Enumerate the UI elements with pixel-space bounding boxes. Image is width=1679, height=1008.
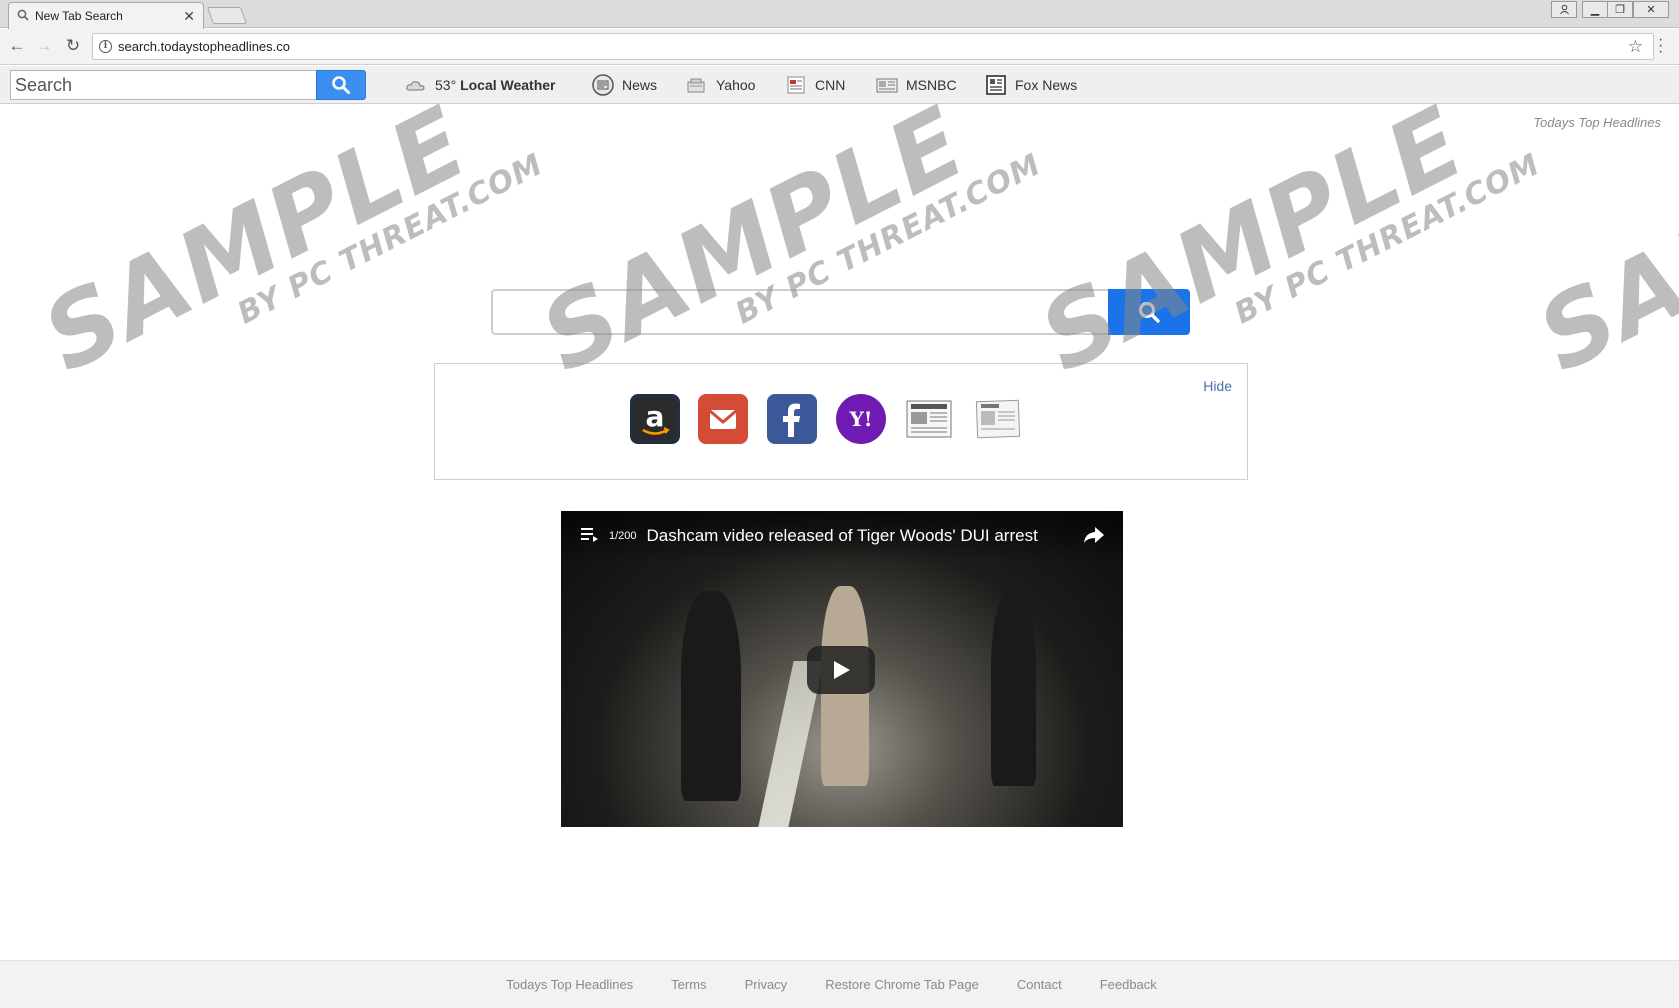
watermark: SAMPLE BY PC THREAT.COM <box>26 85 549 395</box>
browser-titlebar: New Tab Search ✕ ▁ ❐ ✕ <box>0 0 1679 29</box>
yahoo-shortcut-icon[interactable]: Y! <box>836 394 886 444</box>
hide-link[interactable]: Hide <box>1203 378 1232 394</box>
playlist-icon[interactable] <box>581 526 599 547</box>
tab-title: New Tab Search <box>35 9 123 23</box>
video-frame <box>991 591 1036 786</box>
news-label: News <box>622 77 658 93</box>
video-title-bar: 1/200 Dashcam video released of Tiger Wo… <box>561 511 1123 561</box>
forward-arrow-icon[interactable]: → <box>33 35 55 57</box>
video-title[interactable]: Dashcam video released of Tiger Woods' D… <box>647 526 1038 546</box>
fox-news-link[interactable]: Fox News <box>985 73 1077 97</box>
news-link[interactable]: News <box>592 73 657 97</box>
news-icon <box>592 74 614 96</box>
weather-temp: 53° <box>435 77 457 93</box>
search-icon <box>1139 302 1160 323</box>
playlist-count: 1/200 <box>609 530 637 542</box>
gmail-icon[interactable] <box>698 394 748 444</box>
play-button[interactable] <box>807 646 875 694</box>
fox-news-label: Fox News <box>1015 77 1078 93</box>
browser-tab[interactable]: New Tab Search ✕ <box>8 2 204 29</box>
toolbar-search-button[interactable] <box>316 70 366 100</box>
minimize-icon[interactable]: ▁ <box>1582 1 1608 18</box>
newspaper-icon[interactable] <box>904 394 954 444</box>
footer-link-terms[interactable]: Terms <box>671 977 706 992</box>
window-close-icon[interactable]: ✕ <box>1633 1 1669 18</box>
back-arrow-icon[interactable]: ← <box>6 35 28 57</box>
extension-toolbar: 53° Local Weather News Yahoo CNN MSNBC F… <box>0 66 1679 104</box>
play-icon <box>834 661 850 679</box>
address-bar[interactable]: i search.todaystopheadlines.co ☆ <box>92 33 1654 60</box>
footer-link-restore[interactable]: Restore Chrome Tab Page <box>825 977 979 992</box>
msnbc-icon <box>876 74 898 96</box>
svg-text:Y!: Y! <box>848 407 872 431</box>
footer-link-feedback[interactable]: Feedback <box>1100 977 1157 992</box>
main-search-input[interactable] <box>491 289 1108 335</box>
menu-dots-icon[interactable]: · · · <box>1658 32 1663 60</box>
yahoo-link[interactable]: Yahoo <box>686 73 755 97</box>
footer-link-privacy[interactable]: Privacy <box>745 977 788 992</box>
main-search-button[interactable] <box>1108 289 1190 335</box>
restore-icon[interactable]: ❐ <box>1607 1 1633 18</box>
amazon-icon[interactable]: a <box>630 394 680 444</box>
msnbc-link[interactable]: MSNBC <box>876 73 957 97</box>
toolbar-search-input[interactable] <box>10 70 317 100</box>
main-search-box <box>491 289 1190 335</box>
profile-icon[interactable] <box>1551 1 1577 18</box>
cnn-label: CNN <box>815 77 846 93</box>
yahoo-label: Yahoo <box>716 77 756 93</box>
page-footer: Todays Top Headlines Terms Privacy Resto… <box>0 960 1679 1008</box>
fox-news-icon <box>985 74 1007 96</box>
yahoo-icon <box>686 74 708 96</box>
cloud-icon <box>405 74 427 96</box>
close-icon[interactable]: ✕ <box>183 8 195 25</box>
search-icon <box>332 76 350 94</box>
footer-link-contact[interactable]: Contact <box>1017 977 1062 992</box>
watermark: SAMPLE BY PC THREAT.COM <box>1023 85 1546 395</box>
svg-text:a: a <box>646 400 665 433</box>
footer-link-brand[interactable]: Todays Top Headlines <box>506 977 633 992</box>
watermark: SAMPLE <box>1521 85 1679 395</box>
brand-label[interactable]: Todays Top Headlines <box>1533 115 1661 130</box>
facebook-icon[interactable] <box>767 394 817 444</box>
info-icon[interactable]: i <box>99 40 112 53</box>
video-frame <box>681 591 741 801</box>
browser-toolbar: ← → ↻ i search.todaystopheadlines.co ☆ ·… <box>0 29 1679 65</box>
local-weather-link[interactable]: 53° Local Weather <box>405 73 556 97</box>
watermark: SAMPLE BY PC THREAT.COM <box>524 85 1047 395</box>
msnbc-label: MSNBC <box>906 77 957 93</box>
url-text: search.todaystopheadlines.co <box>118 39 291 54</box>
cnn-icon <box>785 74 807 96</box>
share-icon[interactable] <box>1083 526 1105 549</box>
shortcuts-panel: Hide a Y! <box>434 363 1248 480</box>
reload-icon[interactable]: ↻ <box>62 35 84 57</box>
cnn-link[interactable]: CNN <box>785 73 845 97</box>
search-icon <box>17 9 29 24</box>
weather-label: Local Weather <box>460 77 556 93</box>
video-player[interactable]: 1/200 Dashcam video released of Tiger Wo… <box>561 511 1123 827</box>
new-tab-button[interactable] <box>206 7 248 24</box>
bookmark-star-icon[interactable]: ☆ <box>1628 37 1643 57</box>
daily-news-icon[interactable] <box>973 394 1023 444</box>
